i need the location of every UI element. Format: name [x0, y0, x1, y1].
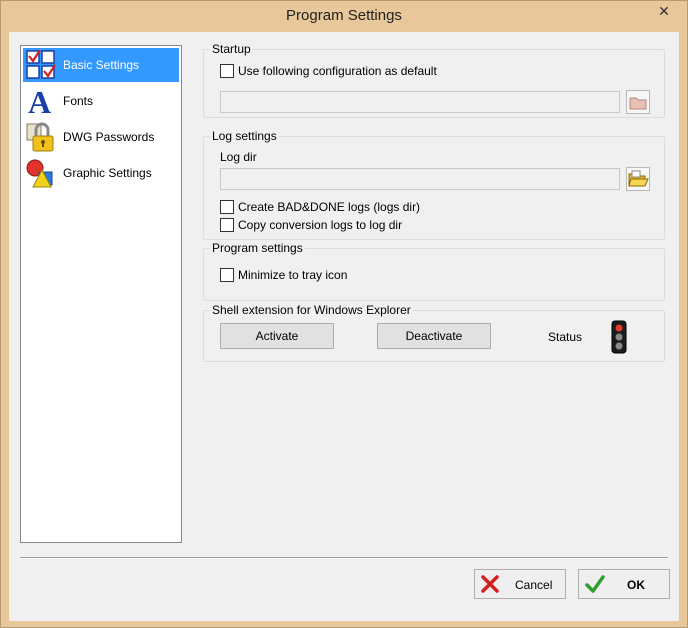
program-settings-group-title: Program settings: [210, 241, 305, 255]
ok-check-icon: [585, 575, 605, 593]
open-folder-icon: [628, 170, 649, 187]
log-dir-browse-button[interactable]: [626, 167, 650, 191]
nav-label: Graphic Settings: [63, 166, 152, 180]
log-settings-group: Log settings Log dir Create BAD&DONE log…: [203, 129, 665, 240]
font-a-icon: A: [28, 86, 51, 116]
close-button[interactable]: ✕: [647, 1, 681, 21]
log-dir-label: Log dir: [220, 150, 257, 164]
dialog-client-area: Basic Settings A Fonts DWG Passwords Gra…: [9, 32, 679, 621]
ok-button[interactable]: OK: [578, 569, 670, 599]
cancel-button[interactable]: Cancel: [474, 569, 566, 599]
minimize-tray-label: Minimize to tray icon: [238, 268, 348, 282]
nav-label: DWG Passwords: [63, 130, 155, 144]
cancel-x-icon: [481, 575, 499, 593]
log-settings-group-title: Log settings: [210, 129, 279, 143]
nav-item-dwg-passwords[interactable]: DWG Passwords: [23, 120, 179, 154]
activate-button[interactable]: Activate: [220, 323, 334, 349]
use-default-label: Use following configuration as default: [238, 64, 437, 78]
checklist-icon: [26, 50, 56, 79]
nav-item-graphic-settings[interactable]: Graphic Settings: [23, 156, 179, 190]
shapes-icon: [26, 159, 53, 188]
title-bar[interactable]: Program Settings ✕: [1, 1, 687, 32]
status-label: Status: [548, 330, 583, 344]
use-default-checkbox[interactable]: [220, 64, 234, 78]
shell-extension-group-title: Shell extension for Windows Explorer: [210, 303, 413, 317]
bad-done-logs-checkbox[interactable]: [220, 200, 234, 214]
settings-category-list: Basic Settings A Fonts DWG Passwords Gra…: [20, 45, 182, 543]
startup-group-title: Startup: [210, 42, 253, 56]
program-settings-group: Program settings Minimize to tray icon: [203, 241, 665, 301]
padlock-icon: [26, 122, 54, 152]
nav-item-fonts[interactable]: A Fonts: [23, 84, 179, 118]
bad-done-logs-label: Create BAD&DONE logs (logs dir): [238, 200, 421, 214]
log-dir-field[interactable]: [220, 168, 620, 190]
close-icon: ✕: [658, 3, 670, 19]
svg-text:A: A: [28, 86, 51, 116]
config-browse-button[interactable]: [626, 90, 650, 114]
window-title: Program Settings: [286, 7, 402, 24]
copy-logs-label: Copy conversion logs to log dir: [238, 218, 403, 232]
nav-label: Fonts: [63, 94, 94, 108]
cancel-label: Cancel: [515, 578, 553, 592]
ok-label: OK: [627, 578, 645, 592]
nav-item-basic-settings[interactable]: Basic Settings: [23, 48, 179, 82]
traffic-light-icon: [611, 320, 627, 354]
startup-group: Startup Use following configuration as d…: [203, 42, 665, 118]
footer-separator: [20, 557, 668, 559]
deactivate-button[interactable]: Deactivate: [377, 323, 491, 349]
config-path-field[interactable]: [220, 91, 620, 113]
shell-extension-group: Shell extension for Windows Explorer Act…: [203, 303, 665, 362]
copy-logs-checkbox[interactable]: [220, 218, 234, 232]
folder-icon: [629, 97, 647, 110]
minimize-tray-checkbox[interactable]: [220, 268, 234, 282]
nav-label: Basic Settings: [63, 58, 140, 72]
program-settings-window: Program Settings ✕ Basic Settings A Font…: [0, 0, 688, 628]
